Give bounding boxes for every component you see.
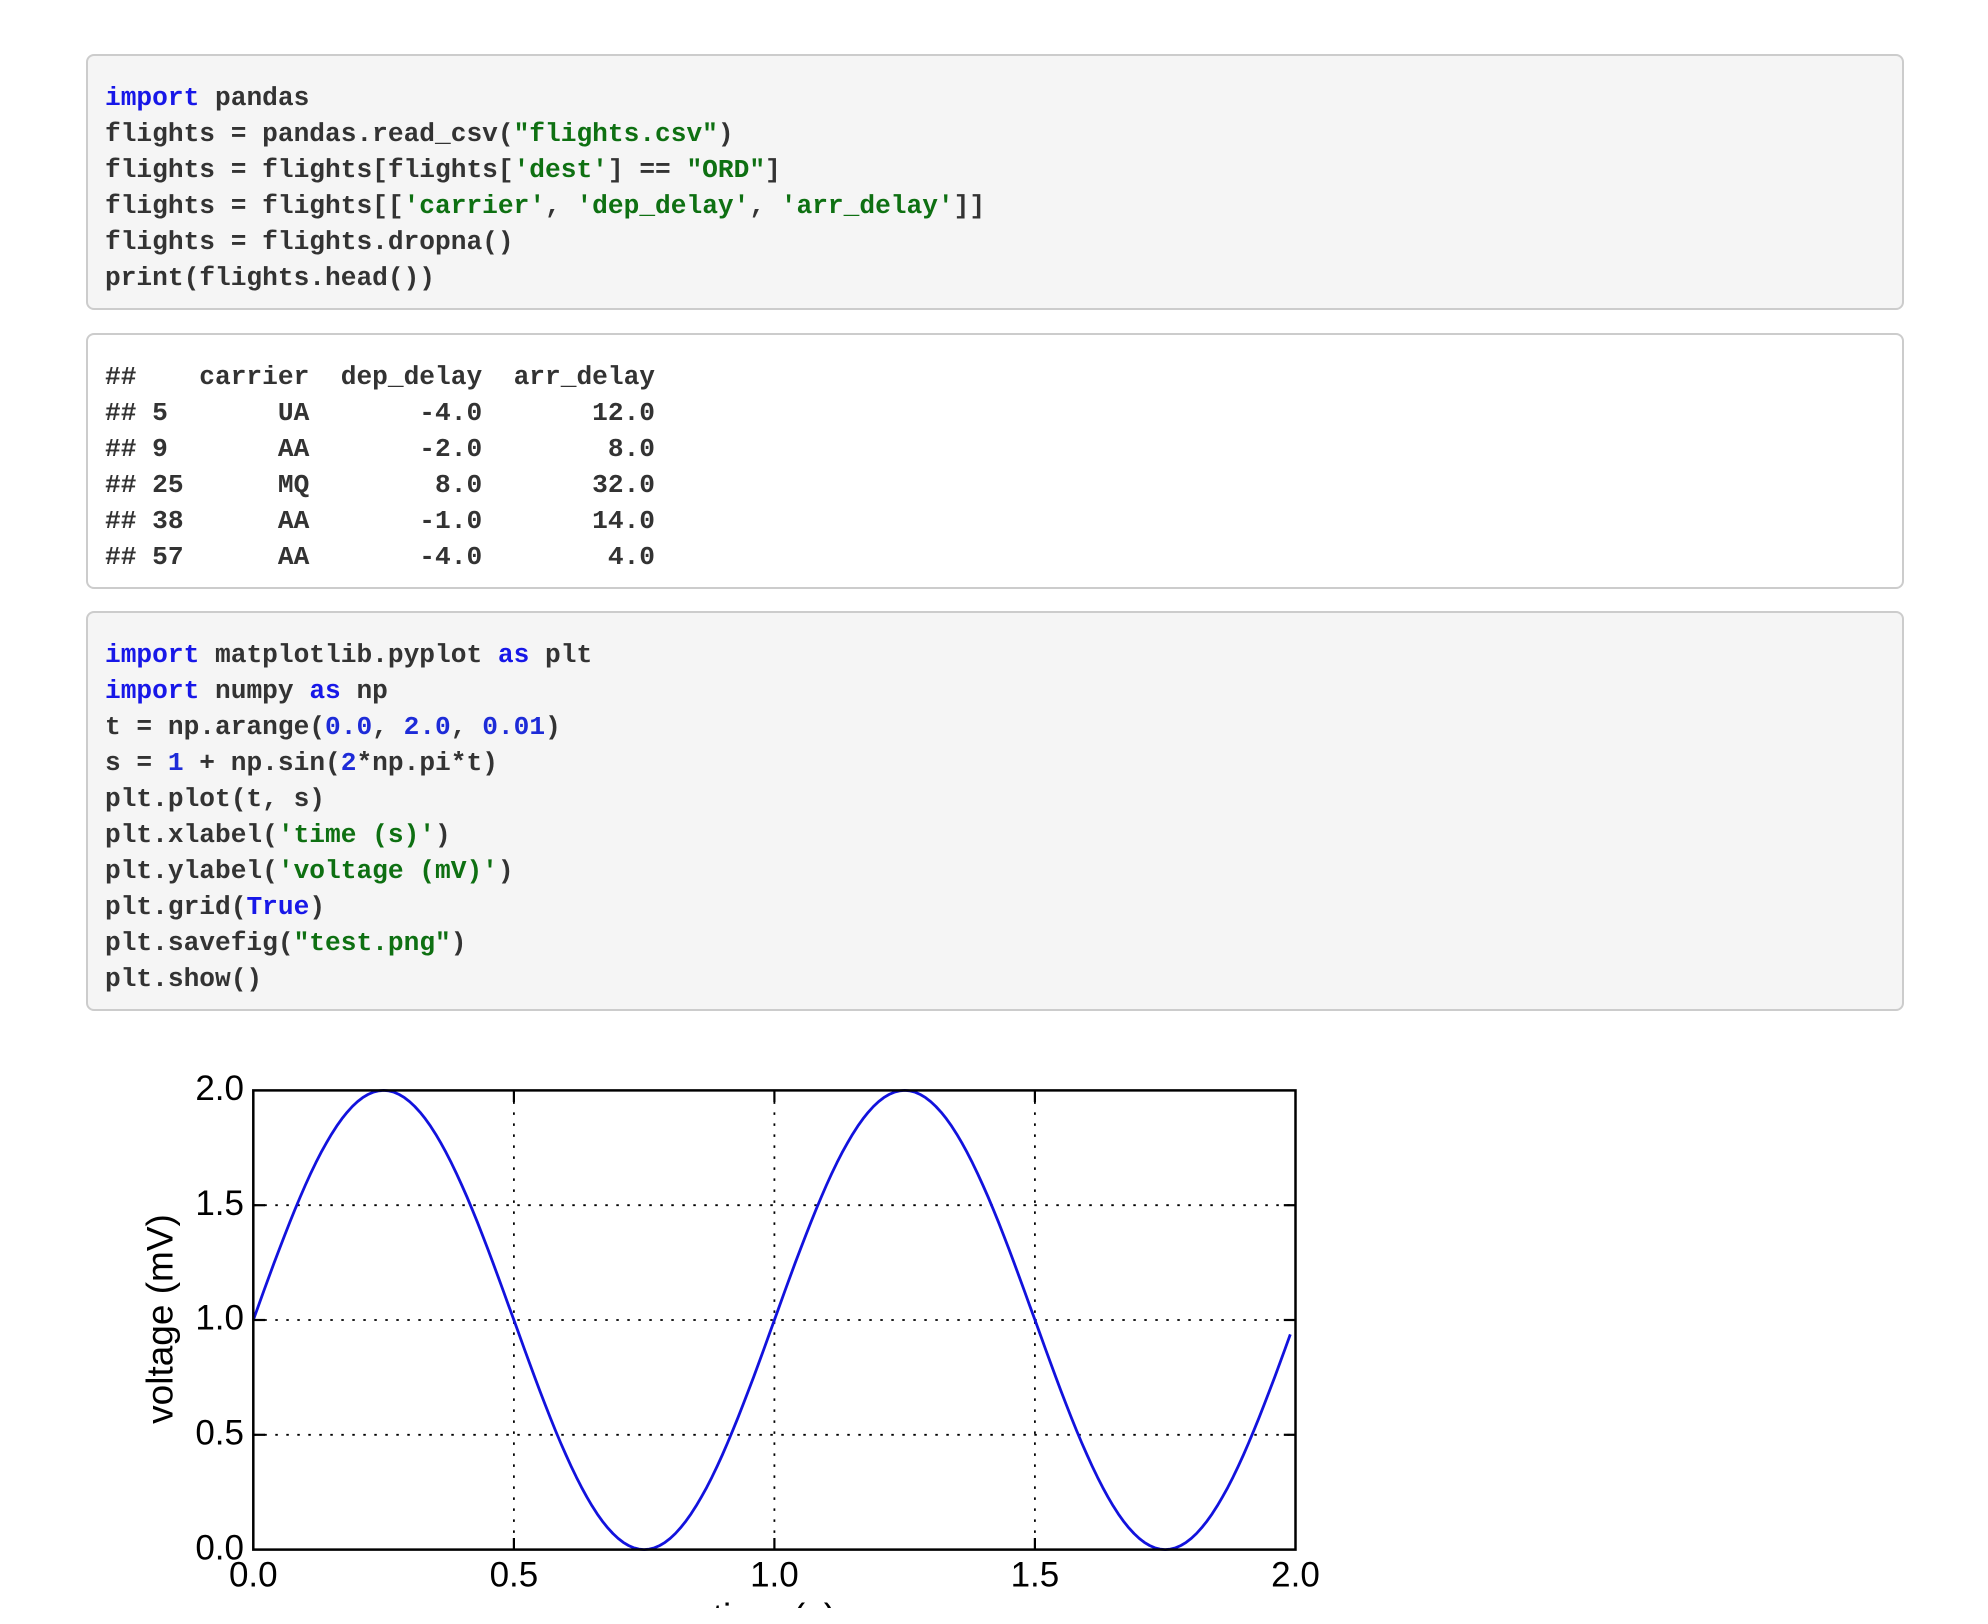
svg-text:time (s): time (s) — [713, 1597, 836, 1609]
svg-text:1.0: 1.0 — [750, 1555, 799, 1594]
svg-text:0.0: 0.0 — [229, 1555, 278, 1594]
svg-text:1.5: 1.5 — [195, 1184, 244, 1223]
svg-text:0.5: 0.5 — [490, 1555, 539, 1594]
svg-text:0.5: 0.5 — [195, 1414, 244, 1453]
svg-text:1.5: 1.5 — [1011, 1555, 1060, 1594]
svg-text:2.0: 2.0 — [195, 1069, 244, 1108]
svg-text:voltage (mV): voltage (mV) — [140, 1214, 181, 1424]
svg-text:2.0: 2.0 — [1271, 1555, 1320, 1594]
svg-text:1.0: 1.0 — [195, 1299, 244, 1338]
